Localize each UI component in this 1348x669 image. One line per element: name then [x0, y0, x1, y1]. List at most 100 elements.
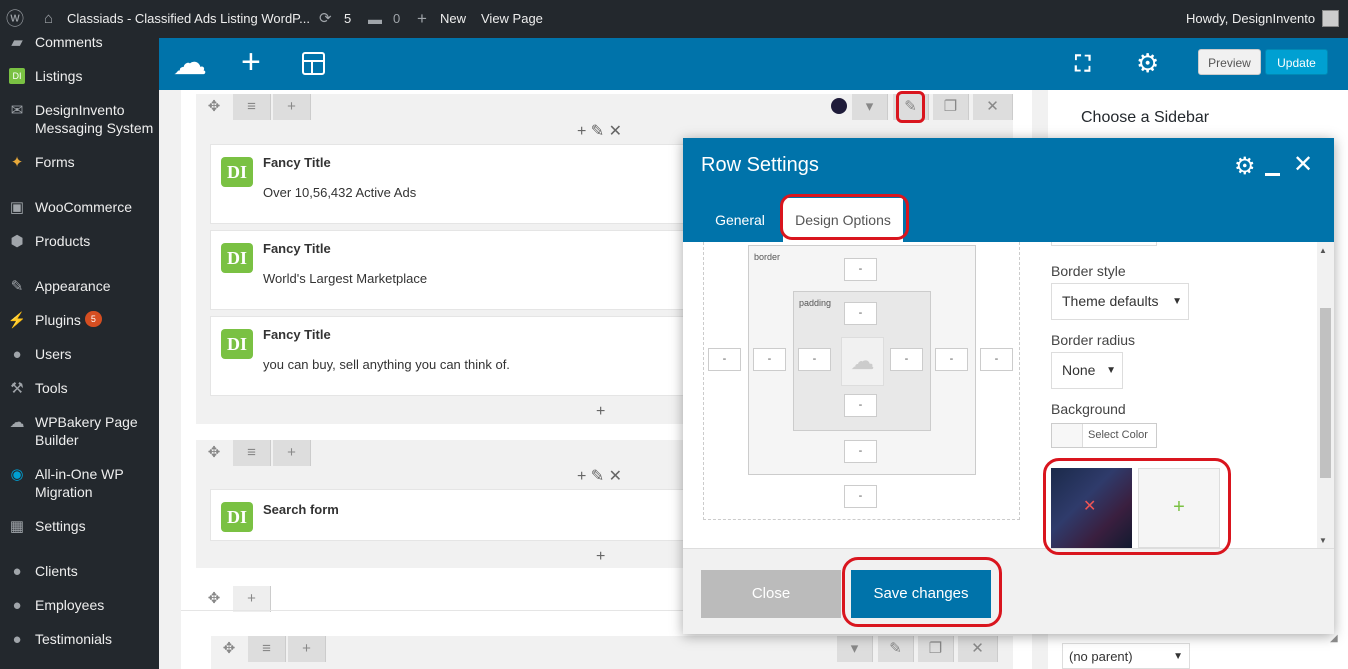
- row-add-column-icon[interactable]: +: [273, 440, 311, 466]
- border-style-label: Border style: [1051, 263, 1126, 279]
- padding-bottom-input[interactable]: -: [844, 394, 877, 417]
- select-color-button[interactable]: Select Color: [1051, 423, 1157, 448]
- parent-select[interactable]: (no parent) ▼: [1062, 643, 1190, 669]
- modal-title: Row Settings: [701, 154, 819, 176]
- new-link[interactable]: New: [440, 0, 466, 38]
- element-search-form[interactable]: DI Search form: [210, 489, 700, 541]
- resize-handle-icon[interactable]: ◢: [1330, 633, 1338, 644]
- border-radius-value: None: [1062, 362, 1096, 378]
- row-drag-icon[interactable]: ≡: [233, 440, 271, 466]
- highlight-design-options: [780, 194, 909, 240]
- di-badge-icon: DI: [221, 502, 253, 532]
- row-delete-icon[interactable]: ✕: [958, 636, 998, 662]
- settings-icon: ▦: [9, 518, 25, 535]
- brush-icon: ✎: [10, 278, 24, 295]
- forms-icon: ✦: [10, 154, 24, 171]
- row-move-icon[interactable]: ✥: [196, 94, 232, 120]
- plugin-icon: ⚡: [7, 312, 27, 329]
- add-element-plus-icon[interactable]: +: [596, 547, 605, 567]
- comments-icon[interactable]: ▬: [368, 0, 382, 38]
- row-drag-icon[interactable]: ≡: [248, 636, 286, 662]
- minimize-icon[interactable]: [1265, 173, 1280, 176]
- row-4: ✥ ≡ + ▾ ✎ ❐ ✕: [211, 636, 1013, 669]
- close-button[interactable]: Close: [701, 570, 841, 618]
- border-radius-select[interactable]: None ▼: [1051, 352, 1123, 389]
- previous-select-stub: [1051, 242, 1157, 246]
- avatar[interactable]: [1322, 10, 1339, 27]
- preview-button[interactable]: Preview: [1198, 49, 1261, 75]
- modal-gear-icon[interactable]: ⚙: [1234, 154, 1256, 180]
- border-top-input[interactable]: -: [844, 258, 877, 281]
- row-move-icon[interactable]: ✥: [196, 586, 232, 612]
- border-left-input[interactable]: -: [753, 348, 786, 371]
- select-color-label: Select Color: [1088, 429, 1148, 441]
- margin-left-input[interactable]: -: [708, 348, 741, 371]
- margin-bottom-input[interactable]: -: [844, 485, 877, 508]
- border-right-input[interactable]: -: [935, 348, 968, 371]
- gear-icon[interactable]: ⚙: [1136, 49, 1159, 77]
- employees-icon: ●: [12, 597, 22, 614]
- margin-right-input[interactable]: -: [980, 348, 1013, 371]
- column-controls[interactable]: + ✎ ✕: [577, 122, 622, 142]
- row-toggle-icon[interactable]: ▾: [852, 94, 888, 120]
- comment-icon: ▰: [11, 34, 23, 51]
- di-badge-icon: DI: [221, 243, 253, 273]
- fullscreen-icon[interactable]: ⛶: [1075, 52, 1090, 76]
- chevron-down-icon: ▼: [1106, 365, 1116, 376]
- row-clone-icon[interactable]: ❐: [918, 636, 954, 662]
- element-subtitle: World's Largest Marketplace: [263, 271, 428, 286]
- scroll-up-icon[interactable]: ▲: [1319, 246, 1327, 255]
- row-drag-icon[interactable]: ≡: [233, 94, 271, 120]
- row-toggle-icon[interactable]: ▾: [837, 636, 873, 662]
- client-icon: ●: [12, 563, 22, 580]
- close-icon[interactable]: ✕: [1293, 152, 1313, 178]
- tab-general[interactable]: General: [703, 198, 777, 242]
- border-style-select[interactable]: Theme defaults ▼: [1051, 283, 1189, 320]
- add-element-icon[interactable]: +: [241, 44, 261, 80]
- wordpress-logo-icon[interactable]: ⓦ: [6, 0, 24, 38]
- highlight-save-changes: [842, 557, 1002, 627]
- update-button[interactable]: Update: [1265, 49, 1328, 75]
- wrench-icon: ⚒: [10, 380, 24, 397]
- row-add-column-icon[interactable]: +: [273, 94, 311, 120]
- element-fancy-title-2[interactable]: DI Fancy Title World's Largest Marketpla…: [210, 230, 700, 310]
- border-style-value: Theme defaults: [1062, 293, 1159, 309]
- column-controls[interactable]: + ✎ ✕: [577, 467, 622, 487]
- modal-footer: Close Save changes: [683, 548, 1334, 634]
- plugins-label: Plugins: [35, 312, 81, 328]
- color-swatch: [1052, 424, 1083, 447]
- woo-icon: ▣: [9, 199, 25, 216]
- modal-scrollbar[interactable]: ▲ ▼: [1317, 242, 1334, 548]
- scroll-down-icon[interactable]: ▼: [1319, 536, 1327, 545]
- scrollbar-thumb[interactable]: [1320, 308, 1331, 478]
- padding-left-input[interactable]: -: [798, 348, 831, 371]
- wpbakery-logo-icon[interactable]: ☁: [173, 45, 207, 81]
- plugins-badge: 5: [84, 311, 102, 327]
- templates-icon[interactable]: [302, 52, 325, 75]
- element-fancy-title-3[interactable]: DI Fancy Title you can buy, sell anythin…: [210, 316, 700, 396]
- updates-count[interactable]: 5: [344, 0, 351, 38]
- view-page-link[interactable]: View Page: [481, 0, 543, 38]
- plus-icon[interactable]: +: [417, 0, 427, 38]
- row-move-icon[interactable]: ✥: [211, 636, 247, 662]
- row-edit-icon[interactable]: ✎: [878, 636, 914, 662]
- row-clone-icon[interactable]: ❐: [933, 94, 969, 120]
- padding-right-input[interactable]: -: [890, 348, 923, 371]
- element-fancy-title-1[interactable]: DI Fancy Title Over 10,56,432 Active Ads: [210, 144, 700, 224]
- products-icon: ⬢: [10, 233, 24, 250]
- row-color-swatch[interactable]: [831, 98, 847, 114]
- border-bottom-input[interactable]: -: [844, 440, 877, 463]
- parent-select-value: (no parent): [1069, 649, 1133, 664]
- row-move-icon[interactable]: ✥: [196, 440, 232, 466]
- page-builder-toolbar: ☁ + ⛶ ⚙ Preview Update: [159, 38, 1348, 90]
- row-add-column-icon[interactable]: +: [233, 586, 271, 612]
- row-3: ✥ +: [196, 586, 272, 612]
- row-delete-icon[interactable]: ✕: [973, 94, 1013, 120]
- cloud-icon: ☁: [9, 414, 25, 431]
- row-add-column-icon[interactable]: +: [288, 636, 326, 662]
- updates-icon[interactable]: ⟳: [319, 0, 332, 38]
- comments-count[interactable]: 0: [393, 0, 400, 38]
- add-element-plus-icon[interactable]: +: [596, 402, 605, 422]
- howdy-user[interactable]: Howdy, DesignInvento: [1186, 0, 1315, 38]
- padding-top-input[interactable]: -: [844, 302, 877, 325]
